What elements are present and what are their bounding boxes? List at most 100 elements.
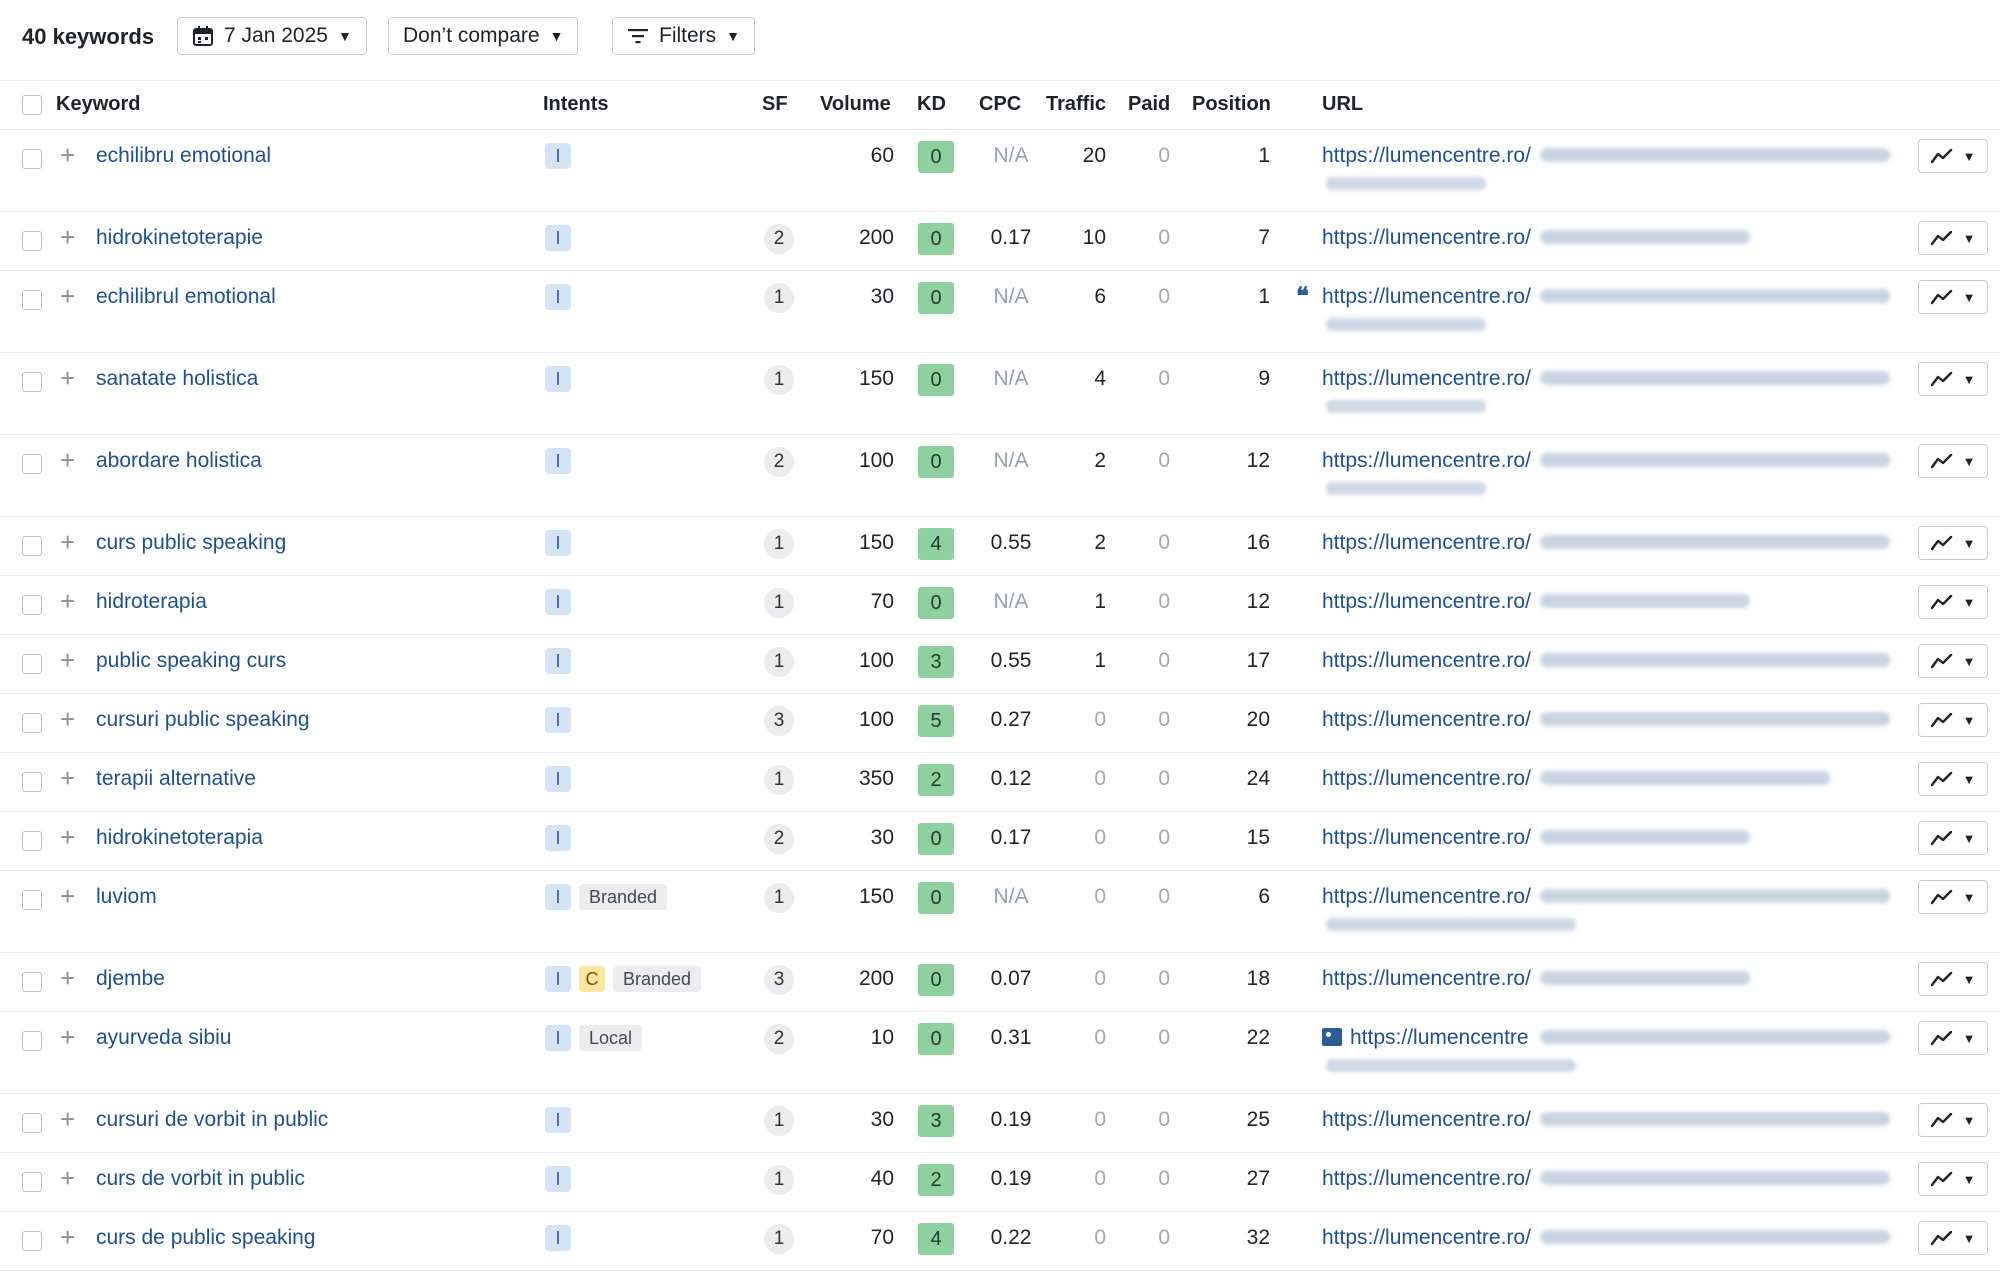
plus-icon[interactable]: + <box>60 647 75 673</box>
row-checkbox[interactable] <box>22 595 42 615</box>
plus-icon[interactable]: + <box>60 224 75 250</box>
serp-features-count[interactable]: 1 <box>764 883 794 913</box>
plus-icon[interactable]: + <box>60 529 75 555</box>
url-link[interactable]: https://lumencentre.ro/ <box>1322 144 1531 168</box>
trend-chart-button[interactable]: ▼ <box>1918 703 1988 737</box>
keyword-link[interactable]: curs de public speaking <box>96 1226 315 1250</box>
row-checkbox[interactable] <box>22 536 42 556</box>
plus-icon[interactable]: + <box>60 1165 75 1191</box>
keyword-link[interactable]: cursuri public speaking <box>96 708 310 732</box>
trend-chart-button[interactable]: ▼ <box>1918 1221 1988 1255</box>
row-checkbox[interactable] <box>22 1172 42 1192</box>
trend-chart-button[interactable]: ▼ <box>1918 526 1988 560</box>
serp-features-count[interactable]: 1 <box>764 1106 794 1136</box>
trend-chart-button[interactable]: ▼ <box>1918 139 1988 173</box>
keyword-link[interactable]: curs public speaking <box>96 531 286 555</box>
column-traffic[interactable]: Traffic <box>1046 93 1106 116</box>
plus-icon[interactable]: + <box>60 883 75 909</box>
row-checkbox[interactable] <box>22 372 42 392</box>
column-kd[interactable]: KD <box>917 93 946 116</box>
row-checkbox[interactable] <box>22 772 42 792</box>
url-link[interactable]: https://lumencentre.ro/ <box>1322 449 1531 473</box>
url-link[interactable]: https://lumencentre <box>1350 1026 1529 1050</box>
keyword-link[interactable]: hidrokinetoterapia <box>96 826 263 850</box>
url-link[interactable]: https://lumencentre.ro/ <box>1322 708 1531 732</box>
url-link[interactable]: https://lumencentre.ro/ <box>1322 285 1531 309</box>
plus-icon[interactable]: + <box>60 447 75 473</box>
trend-chart-button[interactable]: ▼ <box>1918 762 1988 796</box>
column-keyword[interactable]: Keyword <box>56 93 140 116</box>
serp-features-count[interactable]: 1 <box>764 1165 794 1195</box>
serp-features-count[interactable]: 3 <box>764 965 794 995</box>
plus-icon[interactable]: + <box>60 1106 75 1132</box>
trend-chart-button[interactable]: ▼ <box>1918 880 1988 914</box>
plus-icon[interactable]: + <box>60 765 75 791</box>
compare-dropdown[interactable]: Don’t compare ▼ <box>388 17 579 55</box>
keyword-link[interactable]: hidrokinetoterapie <box>96 226 263 250</box>
url-link[interactable]: https://lumencentre.ro/ <box>1322 1167 1531 1191</box>
serp-features-count[interactable]: 1 <box>764 1224 794 1254</box>
date-picker-button[interactable]: 7 Jan 2025 ▼ <box>177 17 367 55</box>
row-checkbox[interactable] <box>22 290 42 310</box>
row-checkbox[interactable] <box>22 972 42 992</box>
plus-icon[interactable]: + <box>60 588 75 614</box>
row-checkbox[interactable] <box>22 454 42 474</box>
serp-features-count[interactable]: 2 <box>764 1024 794 1054</box>
serp-features-count[interactable]: 1 <box>764 283 794 313</box>
plus-icon[interactable]: + <box>60 1224 75 1250</box>
trend-chart-button[interactable]: ▼ <box>1918 962 1988 996</box>
url-link[interactable]: https://lumencentre.ro/ <box>1322 590 1531 614</box>
keyword-link[interactable]: curs de vorbit in public <box>96 1167 305 1191</box>
url-link[interactable]: https://lumencentre.ro/ <box>1322 649 1531 673</box>
keyword-link[interactable]: echilibrul emotional <box>96 285 276 309</box>
trend-chart-button[interactable]: ▼ <box>1918 644 1988 678</box>
serp-features-count[interactable]: 3 <box>764 706 794 736</box>
url-link[interactable]: https://lumencentre.ro/ <box>1322 1226 1531 1250</box>
url-link[interactable]: https://lumencentre.ro/ <box>1322 885 1531 909</box>
select-all-checkbox[interactable] <box>22 95 42 115</box>
row-checkbox[interactable] <box>22 1231 42 1251</box>
trend-chart-button[interactable]: ▼ <box>1918 221 1988 255</box>
serp-features-count[interactable]: 1 <box>764 365 794 395</box>
serp-features-count[interactable]: 2 <box>764 447 794 477</box>
url-link[interactable]: https://lumencentre.ro/ <box>1322 367 1531 391</box>
filters-button[interactable]: Filters ▼ <box>612 17 756 55</box>
column-position[interactable]: Position <box>1192 93 1271 116</box>
trend-chart-button[interactable]: ▼ <box>1918 280 1988 314</box>
trend-chart-button[interactable]: ▼ <box>1918 1021 1988 1055</box>
column-url[interactable]: URL <box>1322 93 1363 116</box>
row-checkbox[interactable] <box>22 1031 42 1051</box>
plus-icon[interactable]: + <box>60 824 75 850</box>
serp-features-count[interactable]: 2 <box>764 224 794 254</box>
keyword-link[interactable]: sanatate holistica <box>96 367 258 391</box>
serp-features-count[interactable]: 1 <box>764 588 794 618</box>
url-link[interactable]: https://lumencentre.ro/ <box>1322 826 1531 850</box>
trend-chart-button[interactable]: ▼ <box>1918 1162 1988 1196</box>
row-checkbox[interactable] <box>22 1113 42 1133</box>
trend-chart-button[interactable]: ▼ <box>1918 444 1988 478</box>
plus-icon[interactable]: + <box>60 965 75 991</box>
column-intents[interactable]: Intents <box>543 93 609 116</box>
url-link[interactable]: https://lumencentre.ro/ <box>1322 967 1531 991</box>
row-checkbox[interactable] <box>22 231 42 251</box>
keyword-link[interactable]: abordare holistica <box>96 449 262 473</box>
row-checkbox[interactable] <box>22 890 42 910</box>
url-link[interactable]: https://lumencentre.ro/ <box>1322 226 1531 250</box>
plus-icon[interactable]: + <box>60 706 75 732</box>
url-link[interactable]: https://lumencentre.ro/ <box>1322 767 1531 791</box>
keyword-link[interactable]: hidroterapia <box>96 590 207 614</box>
keyword-link[interactable]: ayurveda sibiu <box>96 1026 231 1050</box>
serp-features-count[interactable]: 1 <box>764 765 794 795</box>
plus-icon[interactable]: + <box>60 1024 75 1050</box>
serp-features-count[interactable]: 2 <box>764 824 794 854</box>
trend-chart-button[interactable]: ▼ <box>1918 1103 1988 1137</box>
keyword-link[interactable]: terapii alternative <box>96 767 256 791</box>
column-sf[interactable]: SF <box>762 93 788 116</box>
column-volume[interactable]: Volume <box>820 93 891 116</box>
keyword-link[interactable]: echilibru emotional <box>96 144 271 168</box>
plus-icon[interactable]: + <box>60 142 75 168</box>
keyword-link[interactable]: djembe <box>96 967 165 991</box>
url-link[interactable]: https://lumencentre.ro/ <box>1322 531 1531 555</box>
row-checkbox[interactable] <box>22 149 42 169</box>
trend-chart-button[interactable]: ▼ <box>1918 585 1988 619</box>
